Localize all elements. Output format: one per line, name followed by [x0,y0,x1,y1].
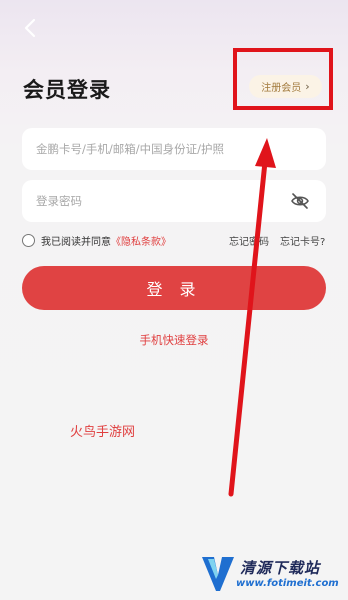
phone-quick-login-link[interactable]: 手机快速登录 [0,332,348,348]
logo-title: 清源下载站 [240,559,321,577]
password-input[interactable] [36,194,326,208]
back-icon[interactable] [18,16,42,40]
forgot-card-number-link[interactable]: 忘记卡号? [280,233,325,248]
account-field[interactable] [22,128,326,170]
login-button[interactable]: 登 录 [22,266,326,310]
password-field[interactable] [22,180,326,222]
site-logo: 清源下载站 www.fotimeit.com [200,553,340,595]
annotation-highlight-box [233,48,333,110]
agree-radio[interactable] [22,234,35,247]
page-title: 会员登录 [23,78,111,102]
agree-text: 我已阅读并同意 [41,237,111,248]
logo-url: www.fotimeit.com [236,578,339,589]
logo-mark-icon [202,557,234,591]
forgot-password-link[interactable]: 忘记密码 [229,233,269,248]
agreement-row: 我已阅读并同意 《隐私条款》 [22,233,171,248]
watermark-text: 火鸟手游网 [70,425,136,440]
eye-hidden-icon[interactable] [290,192,310,210]
account-input[interactable] [36,142,326,156]
privacy-link[interactable]: 《隐私条款》 [111,233,171,248]
